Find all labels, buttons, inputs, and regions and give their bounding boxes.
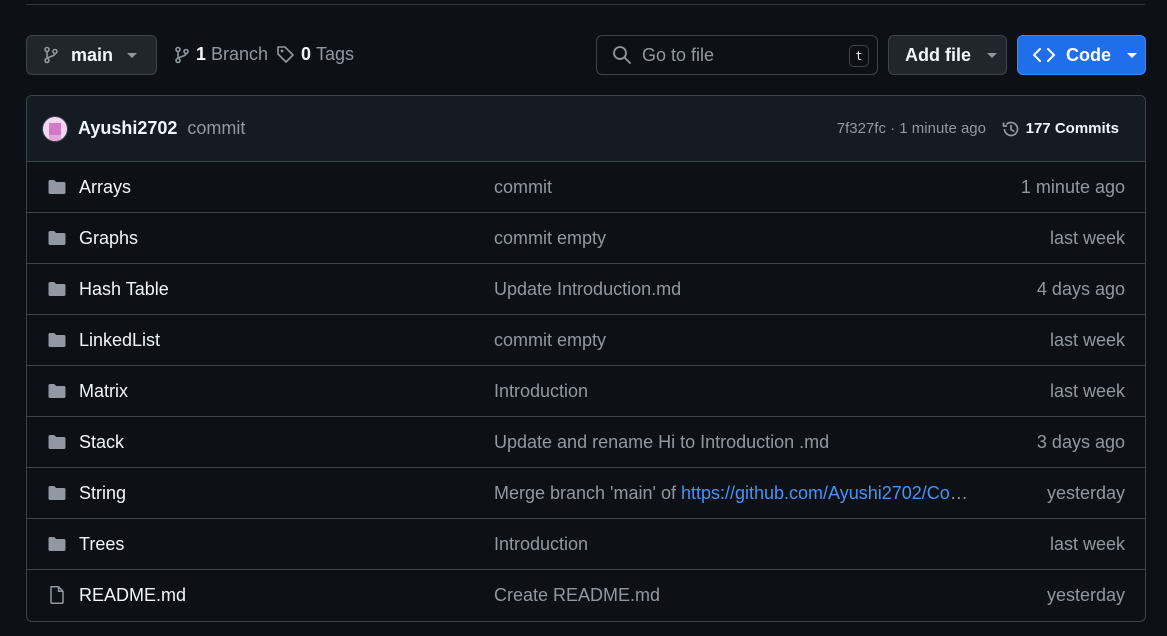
code-icon xyxy=(1033,48,1055,62)
table-row[interactable]: Stack Update and rename Hi to Introductio… xyxy=(27,417,1145,468)
file-name-link[interactable]: String xyxy=(79,483,126,504)
caret-down-icon xyxy=(1127,52,1137,58)
branch-count: 1 xyxy=(196,44,207,64)
tag-icon xyxy=(277,46,294,63)
tags-link[interactable]: 0 Tags xyxy=(276,44,354,65)
history-icon xyxy=(1002,121,1018,136)
caret-down-icon xyxy=(987,52,997,58)
caret-down-icon xyxy=(127,52,138,58)
folder-icon xyxy=(47,483,67,503)
table-row[interactable]: Matrix Introduction last week xyxy=(27,366,1145,417)
commit-message: Introduction xyxy=(494,381,588,402)
table-row[interactable]: Trees Introduction last week xyxy=(27,519,1145,570)
commits-count-label: 177 Commits xyxy=(1025,120,1119,137)
latest-commit-bar: Ayushi2702 commit 7f327fc · 1 minute ago… xyxy=(27,96,1145,162)
commit-message: Merge branch 'main' of https://github.co… xyxy=(494,483,976,504)
commit-message-text[interactable]: Introduction xyxy=(494,534,588,554)
tag-label: Tags xyxy=(316,44,355,64)
branch-selector-button[interactable]: main xyxy=(26,35,157,75)
commit-time[interactable]: last week xyxy=(1050,330,1125,351)
branch-label: Branch xyxy=(211,44,269,64)
table-row[interactable]: String Merge branch 'main' of https://git… xyxy=(27,468,1145,519)
file-name-link[interactable]: Stack xyxy=(79,432,124,453)
code-button[interactable]: Code xyxy=(1017,35,1146,75)
commit-sha-time[interactable]: 7f327fc · 1 minute ago xyxy=(837,120,986,137)
commit-time[interactable]: yesterday xyxy=(1047,585,1125,606)
branch-icon xyxy=(44,46,58,64)
commit-message: Create README.md xyxy=(494,585,660,606)
commit-message-link[interactable]: https://github.com/Ayushi2702/Com… xyxy=(681,483,976,503)
tag-count: 0 xyxy=(301,44,312,64)
commit-message: commit empty xyxy=(494,330,606,351)
file-name-link[interactable]: Matrix xyxy=(79,381,128,402)
search-icon xyxy=(613,46,631,64)
folder-icon xyxy=(47,330,67,350)
branch-icon xyxy=(175,46,189,63)
folder-icon xyxy=(47,177,67,197)
commit-message: commit empty xyxy=(494,228,606,249)
file-icon xyxy=(47,585,67,605)
table-row[interactable]: Arrays commit 1 minute ago xyxy=(27,162,1145,213)
folder-icon xyxy=(47,534,67,554)
file-name-link[interactable]: Hash Table xyxy=(79,279,169,300)
commit-message-text[interactable]: Introduction xyxy=(494,381,588,401)
commit-message-text[interactable]: commit empty xyxy=(494,228,606,248)
folder-icon xyxy=(47,381,67,401)
table-row[interactable]: Hash Table Update Introduction.md 4 days a… xyxy=(27,264,1145,315)
code-label: Code xyxy=(1066,44,1111,65)
commit-time[interactable]: 3 days ago xyxy=(1037,432,1125,453)
commit-time[interactable]: 4 days ago xyxy=(1037,279,1125,300)
table-row[interactable]: LinkedList commit empty last week xyxy=(27,315,1145,366)
commit-time[interactable]: last week xyxy=(1050,228,1125,249)
commit-time[interactable]: last week xyxy=(1050,381,1125,402)
commit-time[interactable]: last week xyxy=(1050,534,1125,555)
commit-message-text[interactable]: Create README.md xyxy=(494,585,660,605)
folder-icon xyxy=(47,279,67,299)
table-row[interactable]: README.md Create README.md yesterday xyxy=(27,570,1145,621)
table-row[interactable]: Graphs commit empty last week xyxy=(27,213,1145,264)
commits-history-link[interactable]: 177 Commits xyxy=(1001,119,1119,139)
commit-message: Introduction xyxy=(494,534,588,555)
file-name-link[interactable]: LinkedList xyxy=(79,330,160,351)
commit-message-text[interactable]: Merge branch 'main' of xyxy=(494,483,681,503)
file-table: Ayushi2702 commit 7f327fc · 1 minute ago… xyxy=(26,95,1146,622)
top-divider xyxy=(26,4,1145,5)
folder-icon xyxy=(47,432,67,452)
latest-commit-message[interactable]: commit xyxy=(187,118,245,139)
commit-message-text[interactable]: Update Introduction.md xyxy=(494,279,681,299)
commit-author[interactable]: Ayushi2702 xyxy=(78,118,177,139)
shortcut-hint: t xyxy=(849,45,869,67)
avatar[interactable] xyxy=(42,115,68,142)
branch-name: main xyxy=(71,44,114,65)
file-name-link[interactable]: Graphs xyxy=(79,228,138,249)
commit-time[interactable]: yesterday xyxy=(1047,483,1125,504)
file-name-link[interactable]: Trees xyxy=(79,534,124,555)
commit-message: commit xyxy=(494,177,552,198)
go-to-file-input[interactable] xyxy=(642,44,842,66)
branches-link[interactable]: 1 Branch xyxy=(174,44,268,65)
commit-message-text[interactable]: commit xyxy=(494,177,552,197)
file-name-link[interactable]: Arrays xyxy=(79,177,131,198)
commit-message-text[interactable]: commit empty xyxy=(494,330,606,350)
file-name-link[interactable]: README.md xyxy=(79,585,186,606)
add-file-button[interactable]: Add file xyxy=(888,35,1007,75)
add-file-label: Add file xyxy=(905,44,971,65)
commit-message-text[interactable]: Update and rename Hi to Introduction .md xyxy=(494,432,829,452)
folder-icon xyxy=(47,228,67,248)
commit-message: Update Introduction.md xyxy=(494,279,681,300)
commit-message: Update and rename Hi to Introduction .md xyxy=(494,432,829,453)
commit-time[interactable]: 1 minute ago xyxy=(1021,177,1125,198)
go-to-file-search[interactable]: t xyxy=(596,35,878,75)
